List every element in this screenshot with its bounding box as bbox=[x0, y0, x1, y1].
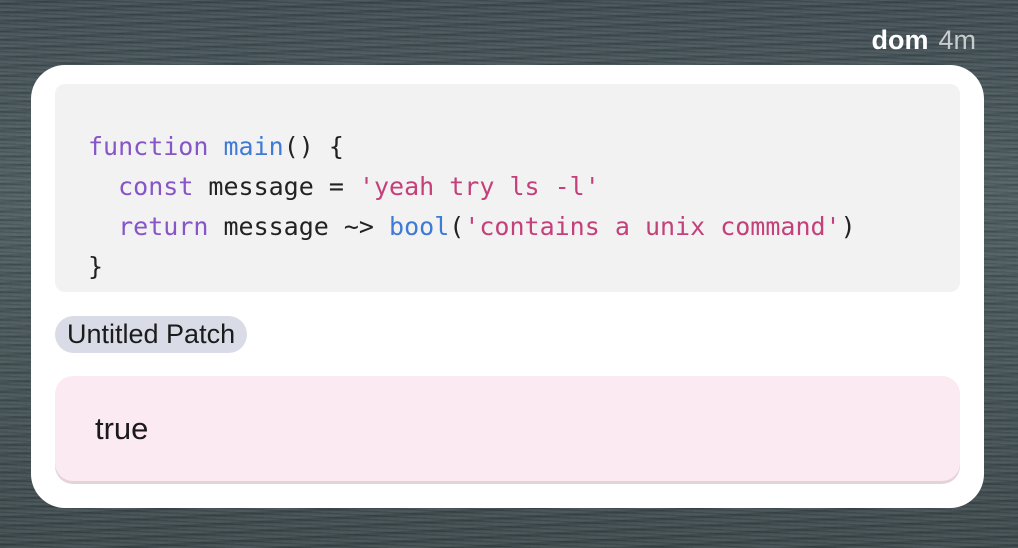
code-function-name: bool bbox=[389, 212, 450, 241]
code-text: message ~> bbox=[208, 212, 390, 241]
code-keyword: const bbox=[118, 172, 194, 201]
code-text: } bbox=[88, 252, 104, 281]
code-string: 'contains a unix command' bbox=[464, 212, 841, 241]
message-meta: dom 4m bbox=[871, 24, 976, 56]
code-keyword: return bbox=[118, 212, 209, 241]
code-keyword: function bbox=[88, 132, 209, 161]
code-line-4: } bbox=[88, 247, 960, 287]
result-value: true bbox=[95, 411, 149, 446]
code-line-1: function main() { bbox=[88, 127, 960, 167]
result-output: true bbox=[55, 376, 960, 481]
code-text: () { bbox=[283, 132, 344, 161]
code-text: ) bbox=[840, 212, 856, 241]
timestamp: 4m bbox=[938, 25, 976, 55]
code-function-name: main bbox=[223, 132, 284, 161]
message-card: function main() { const message = 'yeah … bbox=[31, 65, 984, 508]
code-line-2: const message = 'yeah try ls -l' bbox=[88, 167, 960, 207]
code-text: message = bbox=[193, 172, 359, 201]
code-text: ( bbox=[449, 212, 465, 241]
patch-tag[interactable]: Untitled Patch bbox=[55, 316, 248, 353]
code-block[interactable]: function main() { const message = 'yeah … bbox=[55, 84, 960, 292]
author-name[interactable]: dom bbox=[871, 25, 928, 55]
code-line-3: return message ~> bool('contains a unix … bbox=[88, 207, 960, 247]
code-string: 'yeah try ls -l' bbox=[358, 172, 600, 201]
